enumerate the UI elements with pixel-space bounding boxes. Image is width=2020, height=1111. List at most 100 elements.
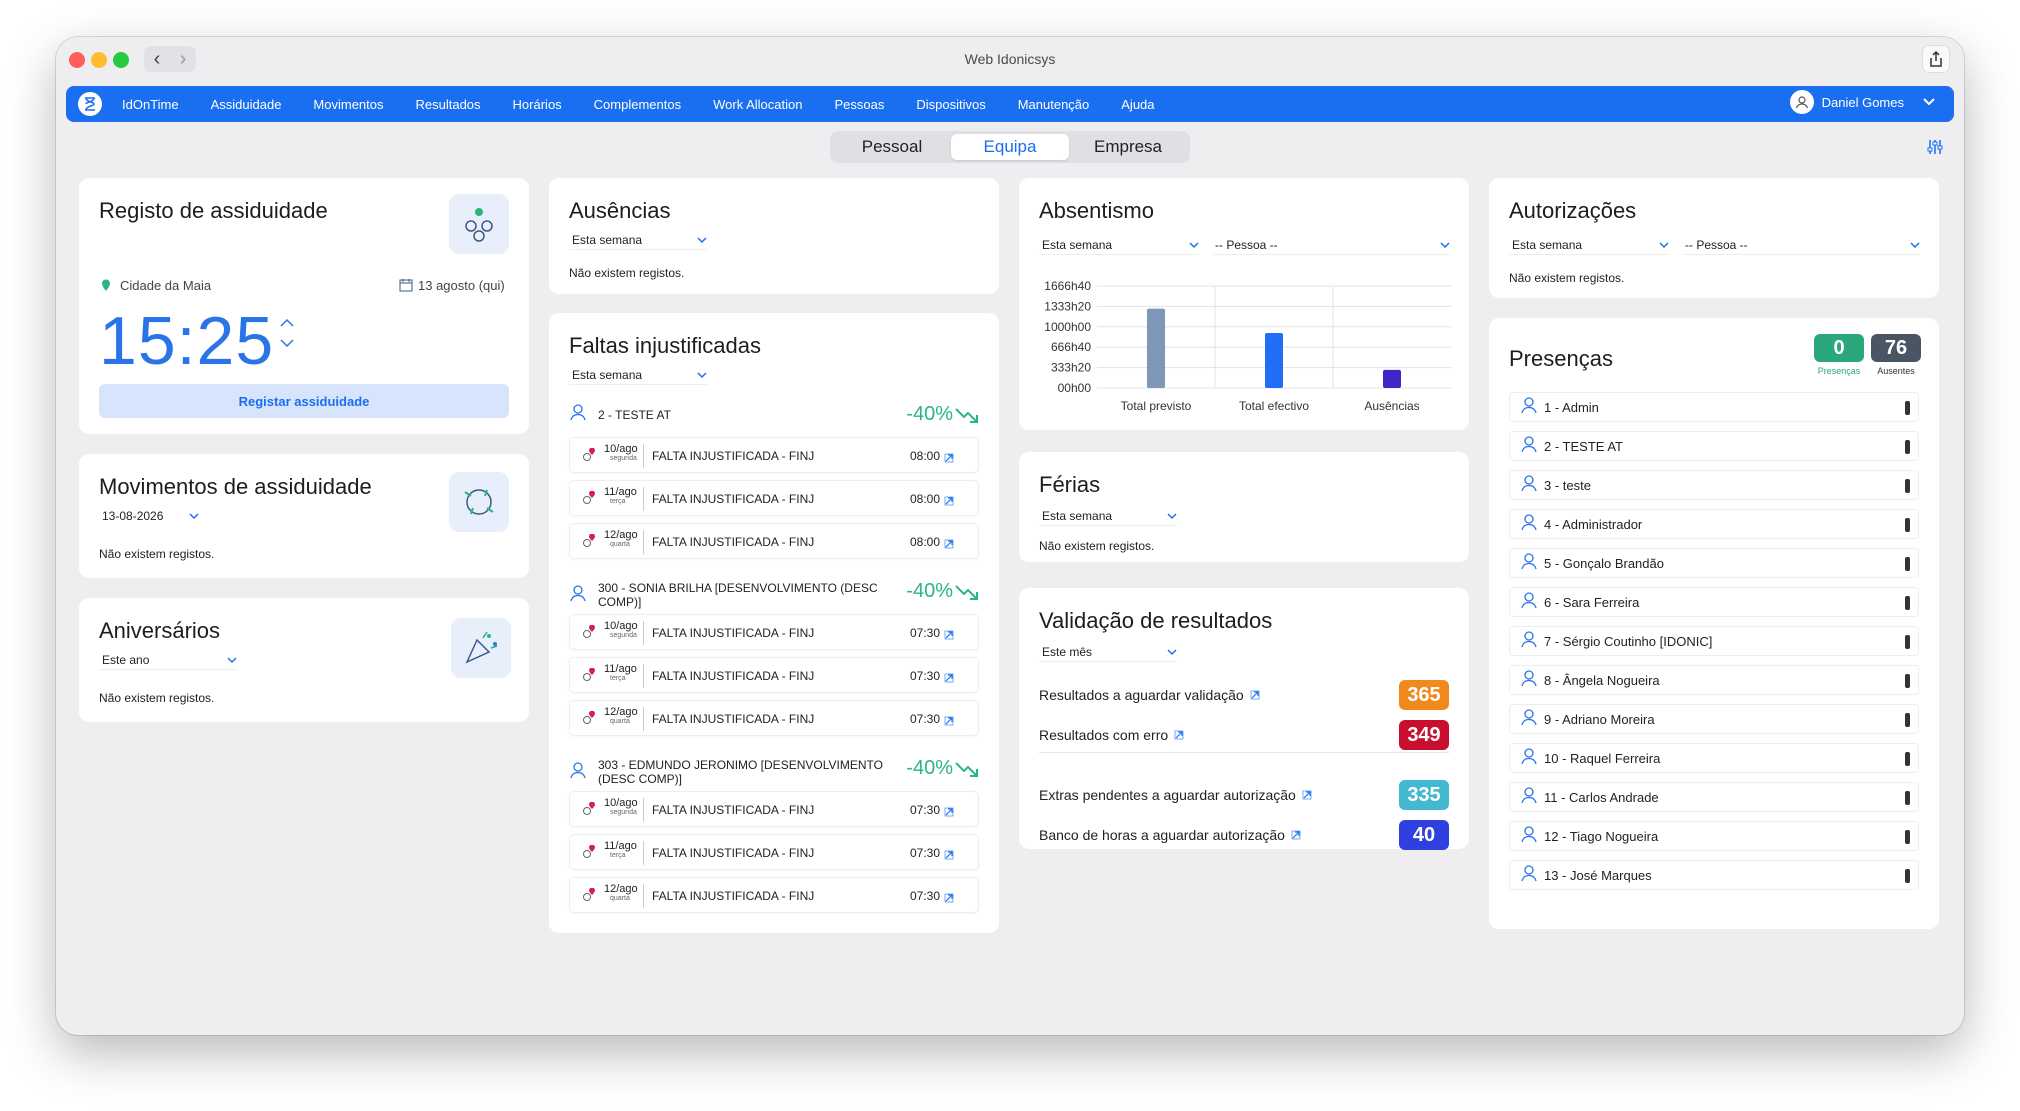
presenca-row[interactable]: 9 - Adriano Moreira [1509,704,1919,734]
open-link-icon[interactable] [944,807,954,817]
presenca-row[interactable]: 4 - Administrador [1509,509,1919,539]
validacao-period-select[interactable]: Este mês [1039,642,1177,662]
person-icon [1521,708,1537,725]
validacao-label: Resultados com erro [1039,727,1169,743]
tab-empresa[interactable]: Empresa [1069,134,1187,160]
open-link-icon[interactable] [944,673,954,683]
falta-entry[interactable]: 10/ago segunda FALTA INJUSTIFICADA - FINJ 0… [569,437,979,473]
ausentes-count-badge[interactable]: 76 [1871,334,1921,362]
falta-entry[interactable]: 11/ago terça FALTA INJUSTIFICADA - FINJ 08:… [569,480,979,516]
nav-item-resultados[interactable]: Resultados [416,97,481,112]
open-link-icon[interactable] [944,716,954,726]
movimentos-date-select[interactable]: 13-08-2026 [99,506,199,526]
tab-equipa[interactable]: Equipa [951,134,1069,160]
presenca-row[interactable]: 3 - teste [1509,470,1919,500]
presencas-label: Presenças [1817,366,1861,376]
ferias-period-select[interactable]: Esta semana [1039,506,1177,526]
validacao-row[interactable]: Extras pendentes a aguardar autorização [1039,787,1312,803]
validacao-row[interactable]: Resultados a aguardar validação [1039,687,1260,703]
presence-status-indicator [1905,830,1910,844]
open-link-icon[interactable] [944,630,954,640]
absentismo-person-select[interactable]: -- Pessoa -- [1212,235,1450,255]
ausencias-card: Ausências Esta semana Não existem regist… [549,178,999,294]
person-icon [570,404,586,421]
app-logo[interactable] [78,92,102,116]
time-up-icon[interactable] [279,318,295,328]
autorizacoes-period-select[interactable]: Esta semana [1509,235,1669,255]
falta-date: 10/ago segunda [604,798,638,818]
nav-item-ajuda[interactable]: Ajuda [1121,97,1154,112]
faltas-period-select[interactable]: Esta semana [569,365,707,385]
share-button[interactable] [1922,45,1950,73]
autorizacoes-person-select[interactable]: -- Pessoa -- [1682,235,1920,255]
validacao-count-badge[interactable]: 365 [1399,680,1449,710]
presenca-row[interactable]: 12 - Tiago Nogueira [1509,821,1919,851]
presenca-row[interactable]: 11 - Carlos Andrade [1509,782,1919,812]
aniversarios-card: Aniversários Este ano Não existem regist… [79,598,529,722]
presenca-row[interactable]: 6 - Sara Ferreira [1509,587,1919,617]
absentismo-period-select[interactable]: Esta semana [1039,235,1199,255]
falta-entry[interactable]: 10/ago segunda FALTA INJUSTIFICADA - FINJ 0… [569,614,979,650]
nav-item-assiduidade[interactable]: Assiduidade [211,97,282,112]
open-link-icon[interactable] [944,893,954,903]
open-link-icon[interactable] [944,539,954,549]
presence-status-indicator [1905,596,1910,610]
nav-item-pessoas[interactable]: Pessoas [834,97,884,112]
falta-entry[interactable]: 12/ago quarta FALTA INJUSTIFICADA - FINJ 07… [569,877,979,913]
person-icon [1521,474,1537,491]
presenca-row[interactable]: 7 - Sérgio Coutinho [IDONIC] [1509,626,1919,656]
presencas-count-badge[interactable]: 0 [1814,334,1864,362]
presenca-row[interactable]: 8 - Ângela Nogueira [1509,665,1919,695]
ausencias-title: Ausências [569,198,671,223]
falta-entry[interactable]: 12/ago quarta FALTA INJUSTIFICADA - FINJ 07… [569,700,979,736]
nav-item-movimentos[interactable]: Movimentos [313,97,383,112]
tab-pessoal[interactable]: Pessoal [833,134,951,160]
nav-item-complementos[interactable]: Complementos [594,97,681,112]
nav-item-hor-rios[interactable]: Horários [513,97,562,112]
falta-description: FALTA INJUSTIFICADA - FINJ [652,889,815,903]
validacao-row[interactable]: Banco de horas a aguardar autorização [1039,827,1301,843]
presenca-row[interactable]: 10 - Raquel Ferreira [1509,743,1919,773]
faltas-period-value: Esta semana [572,367,643,382]
nav-item-idontime[interactable]: IdOnTime [122,97,179,112]
faltas-card: Faltas injustificadas Esta semana 2 - TE… [549,313,999,933]
presenca-row[interactable]: 5 - Gonçalo Brandão [1509,548,1919,578]
open-link-icon[interactable] [1302,790,1312,800]
open-link-icon[interactable] [1291,830,1301,840]
nav-item-manuten-o[interactable]: Manutenção [1018,97,1090,112]
falta-entry[interactable]: 11/ago terça FALTA INJUSTIFICADA - FINJ 07:… [569,657,979,693]
faltas-person-name: 303 - EDMUNDO JERONIMO [DESENVOLVIMENTO … [598,758,883,786]
nav-item-dispositivos[interactable]: Dispositivos [916,97,985,112]
presenca-row[interactable]: 1 - Admin [1509,392,1919,422]
open-link-icon[interactable] [944,496,954,506]
falta-date: 11/ago terça [604,841,637,861]
time-down-icon[interactable] [279,338,295,348]
open-link-icon[interactable] [1174,730,1184,740]
ausencias-period-select[interactable]: Esta semana [569,230,707,250]
falta-weekday: terça [610,675,626,682]
trend-down-icon [955,761,978,777]
validacao-row[interactable]: Resultados com erro [1039,727,1184,743]
falta-entry[interactable]: 10/ago segunda FALTA INJUSTIFICADA - FINJ 0… [569,791,979,827]
presenca-row[interactable]: 2 - TESTE AT [1509,431,1919,461]
validacao-count-badge[interactable]: 349 [1399,720,1449,750]
validacao-count-badge[interactable]: 40 [1399,820,1449,850]
falta-weekday: segunda [610,632,637,639]
falta-entry[interactable]: 12/ago quarta FALTA INJUSTIFICADA - FINJ 08… [569,523,979,559]
user-menu[interactable]: Daniel Gomes [1789,90,1938,114]
share-icon [1930,51,1942,67]
open-link-icon[interactable] [944,453,954,463]
falta-entry[interactable]: 11/ago terça FALTA INJUSTIFICADA - FINJ 07:… [569,834,979,870]
registar-assiduidade-button[interactable]: Registar assiduidade [99,384,509,418]
nav-menu: IdOnTime Assiduidade Movimentos Resultados H… [122,97,1155,112]
validacao-count-badge[interactable]: 335 [1399,780,1449,810]
falta-date: 12/ago quarta [604,530,638,550]
open-link-icon[interactable] [944,850,954,860]
aniversarios-period-select[interactable]: Este ano [99,650,237,670]
chart-y-tick-label: 1000h00 [1044,320,1091,334]
open-link-icon[interactable] [1250,690,1260,700]
presenca-row[interactable]: 13 - José Marques [1509,860,1919,890]
settings-sliders-button[interactable] [1926,138,1944,161]
nav-item-work-allocation[interactable]: Work Allocation [713,97,802,112]
presence-status-indicator [1905,518,1910,532]
